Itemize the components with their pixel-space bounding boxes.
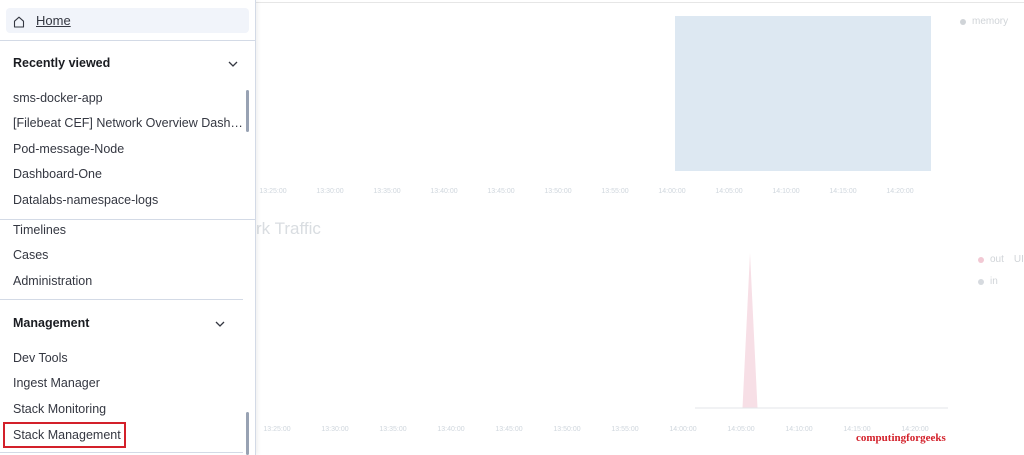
stack-management-highlight — [3, 422, 126, 448]
network-traffic-title: rk Traffic — [256, 219, 321, 238]
x-tick-label: 14:00:00 — [658, 188, 685, 195]
chevron-down-icon[interactable] — [227, 57, 239, 69]
memory-legend-label: memory — [972, 16, 1009, 27]
x-tick-label: 14:10:00 — [785, 426, 812, 433]
recent-item-dashboard-one[interactable]: Dashboard-One — [13, 167, 102, 181]
x-tick-label: 13:45:00 — [495, 426, 522, 433]
recent-item-sms-docker-app[interactable]: sms-docker-app — [13, 91, 103, 105]
x-tick-label: 14:05:00 — [727, 426, 754, 433]
security-divider — [0, 299, 243, 300]
watermark: computingforgeeks — [856, 432, 946, 444]
nav-item-administration[interactable]: Administration — [13, 274, 92, 288]
management-scrollbar[interactable] — [246, 412, 249, 455]
management-title[interactable]: Management — [13, 316, 89, 330]
screen: 13:25:00 13:30:00 13:35:00 13:40:00 13:45:00… — [0, 0, 1024, 455]
memory-legend-dot — [960, 18, 966, 25]
in-legend-dot — [978, 278, 984, 285]
x-tick-label: 13:40:00 — [437, 426, 464, 433]
x-tick-label: 14:00:00 — [669, 426, 696, 433]
nav-item-cases[interactable]: Cases — [13, 248, 48, 262]
nav-item-dev-tools[interactable]: Dev Tools — [13, 351, 68, 365]
x-tick-label: 14:05:00 — [715, 188, 742, 195]
network-traffic-chart-svg: 13:25:00 13:30:00 13:35:00 13:40:00 13:45:00… — [263, 253, 948, 433]
x-tick-label: 14:10:00 — [772, 188, 799, 195]
x-tick-label: 13:50:00 — [553, 426, 580, 433]
memory-chart: 13:25:00 13:30:00 13:35:00 13:40:00 13:45:00… — [255, 10, 955, 200]
network-traffic-chart: 13:25:00 13:30:00 13:35:00 13:40:00 13:45:00… — [255, 245, 955, 440]
traffic-legend-out: out UI — [978, 254, 1024, 265]
nav-item-stack-monitoring[interactable]: Stack Monitoring — [13, 402, 106, 416]
x-tick-label: 13:55:00 — [601, 188, 628, 195]
memory-legend: memory — [960, 16, 1008, 27]
x-tick-label: 13:35:00 — [379, 426, 406, 433]
traffic-out-area — [735, 253, 765, 408]
chevron-down-icon[interactable] — [214, 317, 226, 329]
x-tick-label: 13:25:00 — [263, 426, 290, 433]
nav-item-ingest-manager[interactable]: Ingest Manager — [13, 376, 100, 390]
home-icon — [13, 15, 25, 28]
x-tick-label: 13:50:00 — [544, 188, 571, 195]
recent-item-pod-message-node[interactable]: Pod-message-Node — [13, 142, 124, 156]
in-legend-label: in — [990, 276, 998, 287]
traffic-legend-in: in — [978, 276, 998, 287]
x-tick-label: 14:20:00 — [886, 188, 913, 195]
x-tick-label: 13:45:00 — [487, 188, 514, 195]
home-link[interactable]: Home — [6, 8, 249, 33]
out-legend-dot — [978, 256, 984, 263]
recent-item-filebeat-cef[interactable]: [Filebeat CEF] Network Overview Dash… — [13, 116, 243, 130]
x-tick-label: 13:35:00 — [373, 188, 400, 195]
memory-area — [675, 16, 931, 171]
recent-item-datalabs-namespace-logs[interactable]: Datalabs-namespace-logs — [13, 193, 158, 207]
out-legend-label: out — [990, 254, 1004, 265]
recent-divider — [0, 219, 255, 220]
x-tick-label: 13:30:00 — [321, 426, 348, 433]
nav-item-timelines[interactable]: Timelines — [13, 223, 66, 237]
home-divider — [0, 40, 255, 41]
x-tick-label: 13:40:00 — [430, 188, 457, 195]
x-tick-label: 14:15:00 — [829, 188, 856, 195]
recently-viewed-scrollbar[interactable] — [246, 90, 249, 132]
recently-viewed-title[interactable]: Recently viewed — [13, 56, 110, 70]
memory-chart-svg: 13:25:00 13:30:00 13:35:00 13:40:00 13:45:00… — [259, 16, 931, 195]
x-tick-label: 13:55:00 — [611, 426, 638, 433]
x-tick-label: 13:30:00 — [316, 188, 343, 195]
navigation-flyout: Home Recently viewed sms-docker-app [Fil… — [0, 0, 256, 455]
x-tick-label: 13:25:00 — [259, 188, 286, 195]
ui-legend-fragment: UI — [1013, 254, 1024, 265]
home-label: Home — [36, 13, 71, 28]
bottom-divider — [0, 452, 243, 453]
